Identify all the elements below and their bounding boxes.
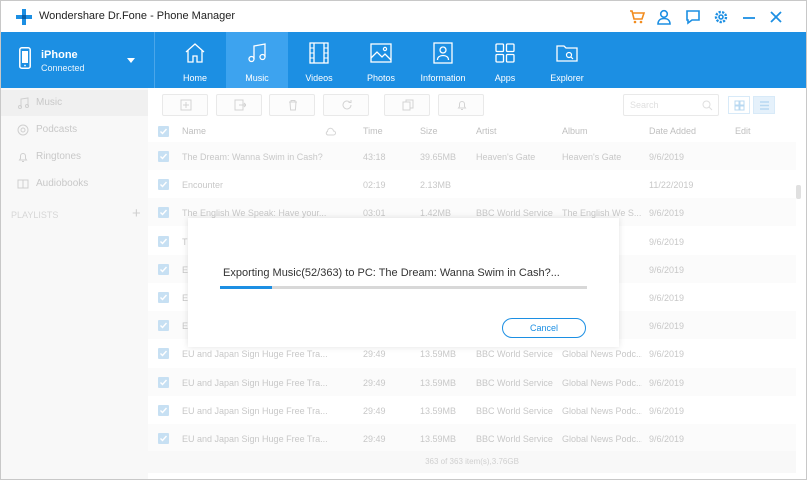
device-status: Connected [41, 63, 85, 73]
device-name: iPhone [41, 49, 78, 61]
export-status-message: Exporting Music(52/363) to PC: The Dream… [223, 267, 560, 279]
chevron-down-icon[interactable] [127, 58, 135, 63]
user-icon[interactable] [655, 8, 673, 26]
drfone-logo-icon [16, 9, 32, 25]
nav-tab-information[interactable]: Information [412, 32, 474, 88]
title-bar: Wondershare Dr.Fone - Phone Manager [1, 1, 806, 32]
export-progress-bar [220, 286, 587, 289]
photo-icon [370, 43, 392, 63]
settings-icon[interactable] [712, 8, 730, 26]
export-progress-dialog: Exporting Music(52/363) to PC: The Dream… [188, 218, 619, 347]
close-icon[interactable] [767, 8, 785, 26]
nav-tab-home[interactable]: Home [164, 32, 226, 88]
device-selector[interactable]: iPhone Connected [1, 32, 155, 88]
feedback-icon[interactable] [684, 8, 702, 26]
apps-icon [495, 43, 515, 63]
app-window: Wondershare Dr.Fone - Phone Manager iPho… [0, 0, 807, 480]
minimize-icon[interactable] [740, 8, 758, 26]
cart-icon[interactable] [628, 8, 646, 26]
nav-tab-music[interactable]: Music [226, 32, 288, 88]
phone-icon [19, 47, 31, 69]
main-nav-bar: iPhone Connected Home Music Videos Photo… [1, 32, 806, 88]
home-icon [185, 43, 205, 63]
nav-tab-photos[interactable]: Photos [350, 32, 412, 88]
cancel-button[interactable]: Cancel [502, 318, 586, 338]
video-icon [309, 42, 329, 64]
nav-tab-explorer[interactable]: Explorer [536, 32, 598, 88]
information-icon [433, 42, 453, 64]
app-title: Wondershare Dr.Fone - Phone Manager [39, 10, 236, 22]
export-progress-fill [220, 286, 273, 289]
explorer-icon [556, 45, 578, 62]
nav-tab-apps[interactable]: Apps [474, 32, 536, 88]
music-icon [248, 43, 266, 63]
nav-tab-videos[interactable]: Videos [288, 32, 350, 88]
